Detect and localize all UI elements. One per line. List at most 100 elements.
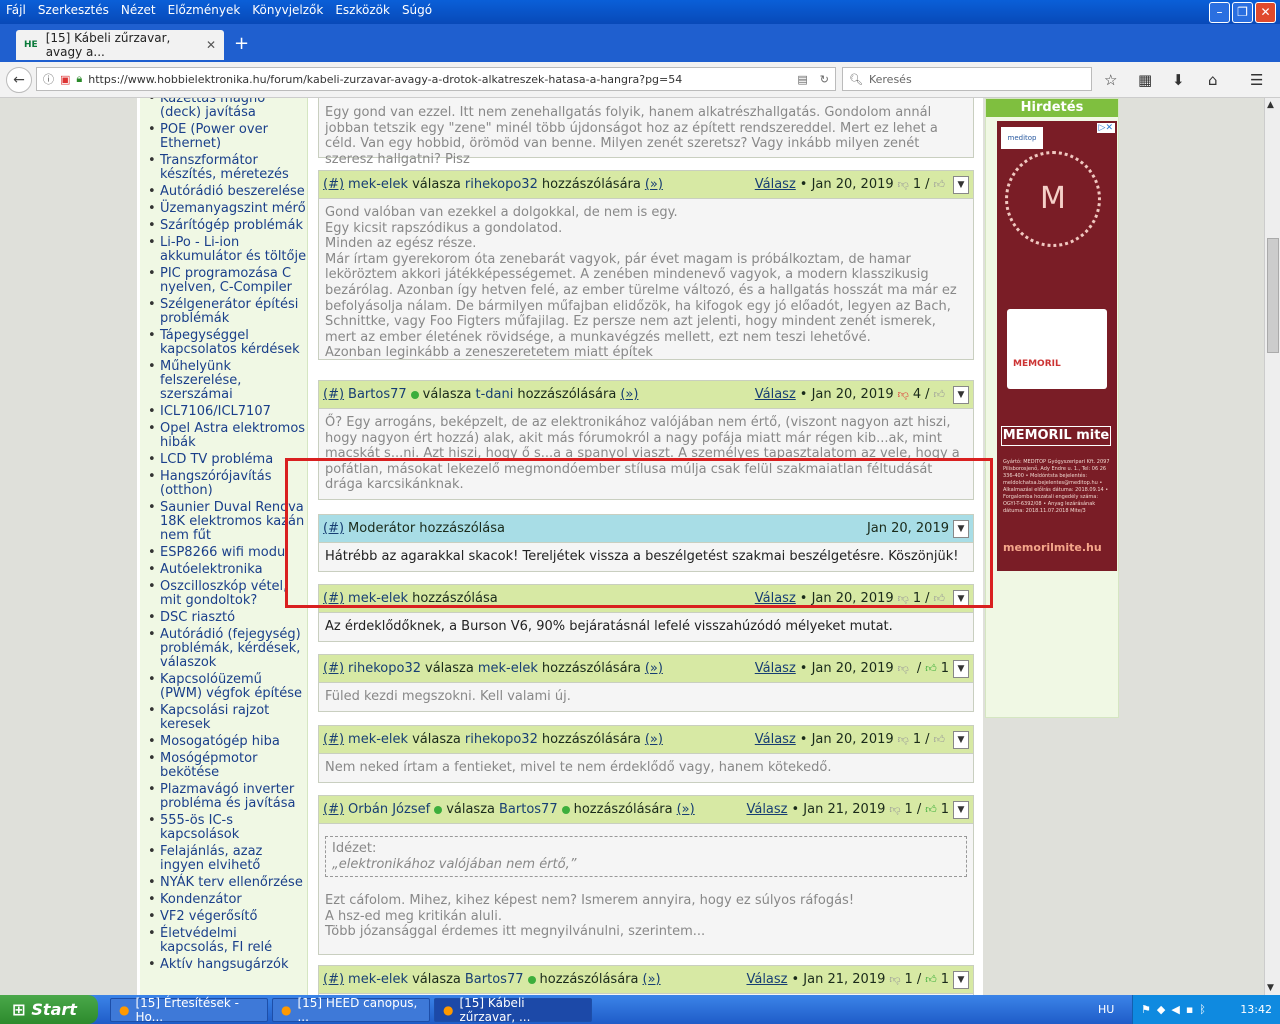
sidebar-topic-link[interactable]: LCD TV probléma bbox=[148, 453, 308, 468]
menu-bookmarks[interactable]: Könyvjelzők bbox=[252, 3, 323, 17]
monitor-icon[interactable]: ▪ bbox=[1186, 1003, 1193, 1016]
scroll-down-icon[interactable]: ▼ bbox=[1267, 983, 1274, 993]
advertisement-banner[interactable]: meditop ▷✕ M MEMORIL MEMORIL mite Gyártó… bbox=[997, 121, 1117, 571]
reply-button[interactable]: Válasz bbox=[755, 177, 796, 192]
sidebar-topic-link[interactable]: POE (Power over Ethernet) bbox=[148, 123, 308, 151]
sidebar-topic-link[interactable]: Életvédelmi kapcsolás, FI relé bbox=[148, 927, 308, 955]
author-link[interactable]: Orbán József bbox=[348, 802, 430, 817]
post-options-dropdown-icon[interactable]: ▼ bbox=[953, 970, 969, 989]
sidebar-topic-link[interactable]: Hangszórójavítás (otthon) bbox=[148, 470, 308, 498]
reply-button[interactable]: Válasz bbox=[746, 802, 787, 817]
sidebar-topic-link[interactable]: Saunier Duval Renova 18K elektromos kazá… bbox=[148, 501, 308, 543]
reply-button[interactable]: Válasz bbox=[755, 732, 796, 747]
sidebar-topic-link[interactable]: Tápegységgel kapcsolatos kérdések bbox=[148, 329, 308, 357]
sidebar-topic-link[interactable]: NYÁK terv ellenőrzése bbox=[148, 876, 308, 891]
vertical-scrollbar[interactable]: ▲ ▼ bbox=[1264, 98, 1280, 995]
thumbs-down-icon[interactable]: 👎︎ bbox=[898, 388, 909, 401]
menu-help[interactable]: Súgó bbox=[402, 3, 432, 17]
thumbs-down-icon[interactable]: 👎︎ bbox=[898, 178, 909, 191]
reply-button[interactable]: Válasz bbox=[755, 661, 796, 676]
menu-hamburger-icon[interactable]: ☰ bbox=[1250, 71, 1263, 89]
permalink-link[interactable]: (#) bbox=[323, 972, 344, 987]
reply-button[interactable]: Válasz bbox=[746, 972, 787, 987]
search-input[interactable]: 🔍︎ Keresés bbox=[842, 67, 1092, 91]
sidebar-topic-link[interactable]: Autórádió (fejegység) problémák, kérdése… bbox=[148, 628, 308, 670]
sidebar-topic-link[interactable]: 555-ös IC-s kapcsolások bbox=[148, 814, 308, 842]
back-button[interactable]: ← bbox=[6, 67, 32, 93]
taskbar-item[interactable]: ● [15] Értesítések - Ho... bbox=[110, 996, 268, 1024]
target-user-link[interactable]: rihekopo32 bbox=[465, 732, 538, 747]
sidebar-topic-link[interactable]: Mosogatógép hiba bbox=[148, 735, 308, 750]
author-link[interactable]: Bartos77 bbox=[348, 387, 407, 402]
thumbs-up-icon[interactable]: 👍︎ bbox=[934, 178, 946, 191]
thumbs-down-icon[interactable]: 👎︎ bbox=[889, 803, 900, 816]
library-icon[interactable]: ▦ bbox=[1138, 71, 1152, 89]
url-bar[interactable]: ⓘ ▣ 🔒︎ https://www.hobbielektronika.hu/f… bbox=[36, 67, 836, 91]
maximize-button[interactable]: ❐ bbox=[1232, 2, 1253, 23]
menu-view[interactable]: Nézet bbox=[121, 3, 156, 17]
thumbs-up-icon[interactable]: 👍︎ bbox=[925, 662, 937, 675]
security-icon[interactable]: ◆ bbox=[1157, 1003, 1165, 1016]
author-link[interactable]: mek-elek bbox=[348, 177, 408, 192]
sidebar-topic-link[interactable]: Li-Po - Li-ion akkumulátor és töltője bbox=[148, 236, 308, 264]
post-options-dropdown-icon[interactable]: ▼ bbox=[953, 800, 969, 819]
ad-url[interactable]: memorilmite.hu bbox=[1003, 541, 1102, 554]
close-tab-icon[interactable]: ✕ bbox=[206, 38, 216, 52]
reply-button[interactable]: Válasz bbox=[755, 387, 796, 402]
browser-tab[interactable]: HE [15] Kábeli zűrzavar, avagy a... ✕ bbox=[16, 30, 224, 60]
menu-tools[interactable]: Eszközök bbox=[335, 3, 390, 17]
permalink-link[interactable]: (#) bbox=[323, 661, 344, 676]
post-options-dropdown-icon[interactable]: ▼ bbox=[953, 730, 969, 749]
thumbs-up-icon[interactable]: 👍︎ bbox=[934, 388, 946, 401]
reload-icon[interactable]: ↻ bbox=[820, 73, 829, 86]
sidebar-topic-link[interactable]: Aktív hangsugárzók bbox=[148, 958, 308, 973]
permalink-link[interactable]: (#) bbox=[323, 732, 344, 747]
sidebar-topic-link[interactable]: Transzformátor készítés, méretezés bbox=[148, 154, 308, 182]
menu-file[interactable]: Fájl bbox=[6, 3, 26, 17]
sidebar-topic-link[interactable]: DSC riasztó bbox=[148, 611, 308, 626]
sidebar-topic-link[interactable]: Kapcsolóüzemű (PWM) végfok építése bbox=[148, 673, 308, 701]
thumbs-down-icon[interactable]: 👎︎ bbox=[898, 733, 909, 746]
taskbar-item[interactable]: ● [15] HEED canopus, ... bbox=[272, 996, 430, 1024]
menu-edit[interactable]: Szerkesztés bbox=[38, 3, 109, 17]
thumbs-up-icon[interactable]: 👍︎ bbox=[934, 733, 946, 746]
thumbs-up-icon[interactable]: 👍︎ bbox=[925, 973, 937, 986]
post-options-dropdown-icon[interactable]: ▼ bbox=[953, 659, 969, 678]
close-window-button[interactable]: ✕ bbox=[1255, 2, 1276, 23]
menu-history[interactable]: Előzmények bbox=[168, 3, 241, 17]
post-options-dropdown-icon[interactable]: ▼ bbox=[953, 175, 969, 194]
thumbs-down-icon[interactable]: 👎︎ bbox=[889, 973, 900, 986]
sidebar-topic-link[interactable]: Műhelyünk felszerelése, szerszámai bbox=[148, 360, 308, 402]
thumbs-down-icon[interactable]: 👎︎ bbox=[898, 662, 909, 675]
bluetooth-icon[interactable]: ᛒ bbox=[1199, 1003, 1206, 1016]
jump-to-post-link[interactable]: (») bbox=[620, 387, 638, 402]
post-options-dropdown-icon[interactable]: ▼ bbox=[953, 385, 969, 404]
sidebar-topic-link[interactable]: Mosógépmotor bekötése bbox=[148, 752, 308, 780]
sidebar-topic-link[interactable]: Üzemanyagszint mérő bbox=[148, 202, 308, 217]
sidebar-topic-link[interactable]: ICL7106/ICL7107 bbox=[148, 405, 308, 420]
sidebar-topic-link[interactable]: VF2 végerősítő bbox=[148, 910, 308, 925]
permalink-link[interactable]: (#) bbox=[323, 802, 344, 817]
author-link[interactable]: rihekopo32 bbox=[348, 661, 421, 676]
target-user-link[interactable]: t-dani bbox=[475, 387, 513, 402]
sidebar-topic-link[interactable]: Szélgenerátor építési problémák bbox=[148, 298, 308, 326]
permalink-link[interactable]: (#) bbox=[323, 177, 344, 192]
sidebar-topic-link[interactable]: Opel Astra elektromos hibák bbox=[148, 422, 308, 450]
home-icon[interactable]: ⌂ bbox=[1208, 71, 1218, 89]
info-icon[interactable]: ⓘ bbox=[43, 71, 54, 87]
jump-to-post-link[interactable]: (») bbox=[645, 177, 663, 192]
lock-icon[interactable]: 🔒︎ bbox=[76, 72, 82, 86]
sidebar-topic-link[interactable]: Kazettás magnó (deck) javítása bbox=[148, 98, 308, 120]
jump-to-post-link[interactable]: (») bbox=[677, 802, 695, 817]
permissions-icon[interactable]: ▣ bbox=[60, 73, 70, 86]
permalink-link[interactable]: (#) bbox=[323, 387, 344, 402]
target-user-link[interactable]: mek-elek bbox=[478, 661, 538, 676]
jump-to-post-link[interactable]: (») bbox=[645, 732, 663, 747]
target-user-link[interactable]: rihekopo32 bbox=[465, 177, 538, 192]
thumbs-up-icon[interactable]: 👍︎ bbox=[925, 803, 937, 816]
network-icon[interactable]: ⚑ bbox=[1141, 1003, 1151, 1016]
target-user-link[interactable]: Bartos77 bbox=[465, 972, 524, 987]
url-text[interactable]: https://www.hobbielektronika.hu/forum/ka… bbox=[88, 73, 682, 86]
download-icon[interactable]: ⬇ bbox=[1172, 71, 1185, 89]
volume-icon[interactable]: ◀ bbox=[1171, 1003, 1179, 1016]
